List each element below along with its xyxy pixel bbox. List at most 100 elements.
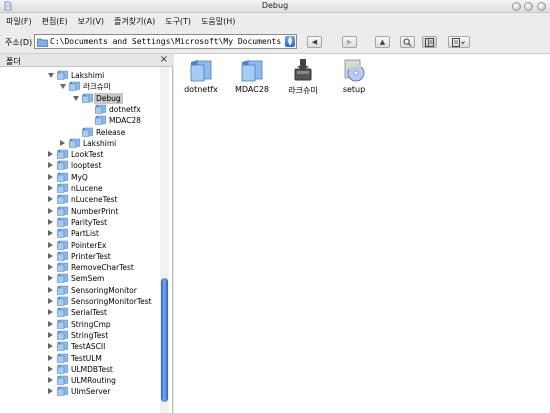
collapse-arrow-icon[interactable] bbox=[48, 207, 53, 214]
folder-icon bbox=[57, 296, 68, 306]
collapse-arrow-icon[interactable] bbox=[48, 377, 53, 384]
menu-tools[interactable]: 도구(T) bbox=[165, 16, 191, 27]
folder-tree[interactable]: Lakshimi 라크슈미 Debug dotnetfx MDAC28 Release La… bbox=[0, 67, 160, 413]
expand-arrow-icon[interactable] bbox=[73, 95, 79, 101]
folder-pane-title: 폴더 bbox=[6, 57, 21, 66]
folders-icon bbox=[425, 38, 434, 47]
folder-icon bbox=[57, 240, 68, 250]
tree-node-label: 라크슈미 bbox=[83, 82, 111, 92]
installer-icon bbox=[294, 59, 312, 81]
tree-node-label: UlmServer bbox=[71, 387, 111, 397]
folders-toggle-button[interactable] bbox=[422, 36, 437, 48]
collapse-arrow-icon[interactable] bbox=[48, 264, 53, 271]
collapse-arrow-icon[interactable] bbox=[48, 388, 53, 395]
menu-favorites[interactable]: 즐겨찾기(A) bbox=[114, 16, 155, 27]
menu-help[interactable]: 도움말(H) bbox=[201, 16, 235, 27]
tree-node-label: ULMRouting bbox=[71, 376, 116, 386]
tree-node-label: TestULM bbox=[71, 353, 102, 363]
menu-file[interactable]: 파일(F) bbox=[6, 16, 32, 27]
collapse-arrow-icon[interactable] bbox=[48, 173, 53, 180]
file-item-mdac28[interactable]: MDAC28 bbox=[225, 57, 279, 94]
folder-icon bbox=[95, 115, 106, 125]
close-button[interactable] bbox=[537, 2, 546, 11]
tree-node-label: TestASCII bbox=[71, 342, 106, 352]
tree-node-label: dotnetfx bbox=[109, 104, 141, 114]
maximize-button[interactable] bbox=[524, 2, 533, 11]
address-field[interactable]: C:\Documents and Settings\Microsoft\My D… bbox=[34, 34, 297, 49]
expand-arrow-icon[interactable] bbox=[60, 84, 66, 90]
folder-icon bbox=[57, 228, 68, 238]
tree-scrollbar-thumb[interactable] bbox=[161, 278, 168, 402]
folder-icon bbox=[57, 285, 68, 295]
collapse-arrow-icon[interactable] bbox=[48, 218, 53, 225]
menu-view[interactable]: 보기(V) bbox=[78, 16, 104, 27]
folder-icon bbox=[57, 319, 68, 329]
collapse-arrow-icon[interactable] bbox=[48, 252, 53, 259]
file-item-installer[interactable]: 라크슈미 bbox=[276, 57, 330, 96]
folder-icon bbox=[57, 206, 68, 216]
up-folder-button[interactable]: ▲ bbox=[375, 36, 390, 48]
collapse-arrow-icon[interactable] bbox=[60, 139, 65, 146]
collapse-arrow-icon[interactable] bbox=[48, 331, 53, 338]
collapse-arrow-icon[interactable] bbox=[48, 241, 53, 248]
folder-icon bbox=[57, 217, 68, 227]
tree-node-label: nLuceneTest bbox=[71, 195, 118, 205]
collapse-arrow-icon[interactable] bbox=[48, 298, 53, 304]
address-toolbar: 주소(D) C:\Documents and Settings\Microsof… bbox=[0, 29, 550, 54]
address-path[interactable]: C:\Documents and Settings\Microsoft\My D… bbox=[50, 37, 282, 46]
tree-node-label: Release bbox=[96, 127, 126, 137]
expand-arrow-icon[interactable] bbox=[48, 73, 54, 78]
folder-icon bbox=[57, 194, 68, 205]
collapse-arrow-icon[interactable] bbox=[48, 275, 53, 282]
tree-node-label: Lakshimi bbox=[83, 138, 117, 148]
collapse-arrow-icon[interactable] bbox=[48, 151, 53, 158]
forward-button[interactable]: ▶ bbox=[342, 36, 357, 48]
collapse-arrow-icon[interactable] bbox=[48, 309, 53, 316]
menu-bar: 파일(F) 편집(E) 보기(V) 즐겨찾기(A) 도구(T) 도움말(H) bbox=[0, 13, 550, 29]
folder-icon bbox=[241, 60, 263, 82]
collapse-arrow-icon[interactable] bbox=[48, 320, 53, 327]
menu-edit[interactable]: 편집(E) bbox=[42, 16, 68, 27]
search-button[interactable] bbox=[400, 36, 415, 48]
tree-node-label: ParityTest bbox=[71, 217, 108, 227]
file-item-dotnetfx[interactable]: dotnetfx bbox=[174, 57, 228, 94]
folder-icon bbox=[57, 160, 68, 171]
collapse-arrow-icon[interactable] bbox=[48, 230, 53, 237]
tree-node-label: SensoringMonitor bbox=[71, 285, 137, 295]
folder-icon bbox=[57, 262, 68, 272]
collapse-arrow-icon[interactable] bbox=[48, 365, 53, 372]
tree-node-label: RemoveCharTest bbox=[71, 263, 134, 273]
collapse-arrow-icon[interactable] bbox=[48, 354, 53, 361]
minimize-button[interactable] bbox=[512, 2, 521, 11]
collapse-arrow-icon[interactable] bbox=[48, 196, 53, 203]
collapse-arrow-icon[interactable] bbox=[48, 162, 53, 169]
folder-icon bbox=[57, 183, 68, 193]
window-title: Debug bbox=[261, 1, 289, 10]
title-bar: Debug bbox=[0, 0, 550, 13]
file-name: 라크슈미 bbox=[288, 86, 318, 95]
file-name: MDAC28 bbox=[234, 85, 270, 94]
tree-node-label: Debug bbox=[94, 92, 123, 104]
folder-icon bbox=[57, 149, 68, 159]
folder-icon bbox=[57, 273, 68, 284]
tree-node-label: nLucene bbox=[71, 184, 103, 193]
collapse-arrow-icon[interactable] bbox=[48, 286, 53, 293]
views-button[interactable] bbox=[448, 36, 470, 48]
collapse-arrow-icon[interactable] bbox=[48, 343, 53, 350]
file-item-setup[interactable]: setup bbox=[327, 57, 381, 94]
address-dropdown-button[interactable]: ▲ ▼ bbox=[285, 36, 295, 47]
file-name: dotnetfx bbox=[184, 85, 218, 94]
file-view[interactable]: dotnetfx MDAC28 라크슈미 setup bbox=[174, 54, 550, 413]
folder-icon bbox=[57, 353, 68, 363]
folder-icon bbox=[37, 38, 48, 47]
folder-icon bbox=[82, 93, 93, 103]
close-icon[interactable]: × bbox=[160, 54, 168, 65]
tree-node-label: looptest bbox=[71, 161, 102, 171]
folder-icon bbox=[57, 364, 68, 374]
tree-node-label: MyQ bbox=[71, 172, 88, 182]
back-button[interactable]: ◀ bbox=[307, 36, 322, 48]
folder-icon bbox=[57, 251, 68, 261]
folder-icon bbox=[57, 375, 68, 385]
file-name: setup bbox=[342, 85, 366, 94]
collapse-arrow-icon[interactable] bbox=[48, 185, 53, 191]
